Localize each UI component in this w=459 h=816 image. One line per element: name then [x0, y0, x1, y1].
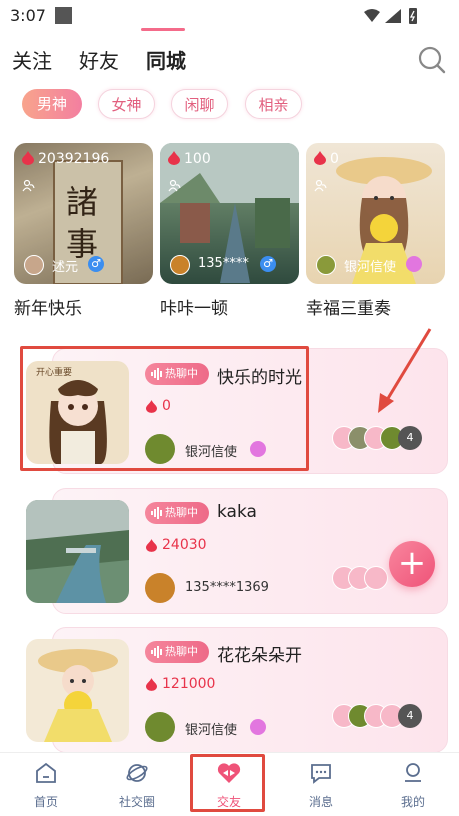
people-icon	[168, 179, 181, 192]
notification-icon	[55, 7, 72, 24]
flame-icon	[146, 678, 157, 691]
nav-social-circle[interactable]: 社交圈	[102, 761, 172, 810]
chat-icon	[250, 719, 266, 735]
room-image	[26, 500, 129, 603]
chip-male-god[interactable]: 男神	[22, 89, 82, 119]
highlight-box	[20, 346, 309, 471]
male-icon: ♂	[88, 256, 104, 272]
user-name: 银河信使	[344, 260, 397, 275]
featured-title: 咔咔一顿	[160, 299, 228, 319]
room-title: 花花朵朵开	[217, 646, 302, 666]
tab-friends[interactable]: 好友	[79, 45, 119, 74]
nav-profile[interactable]: 我的	[378, 761, 448, 810]
nav-profile-label: 我的	[400, 795, 425, 809]
nav-highlight-box	[190, 754, 265, 812]
person-icon	[405, 763, 421, 782]
hot-chat-badge: 热聊中	[145, 641, 209, 663]
status-bar: 3:07	[0, 0, 459, 32]
message-icon	[311, 764, 331, 784]
chip-chat[interactable]: 闲聊	[171, 89, 228, 119]
featured-card[interactable]: 諸 事 20392196 述元 ♂	[14, 143, 153, 284]
search-icon[interactable]	[418, 46, 446, 74]
home-icon	[36, 762, 56, 783]
featured-card[interactable]: 0 银河信使	[306, 143, 445, 284]
people-icon	[314, 179, 327, 192]
create-room-button[interactable]: +	[389, 541, 435, 587]
tab-same-city[interactable]: 同城	[146, 45, 186, 74]
host-name: 135****1369	[185, 580, 269, 595]
host-name: 银河信使	[185, 723, 238, 738]
active-tab-indicator	[141, 28, 185, 31]
hot-chat-label: 热聊中	[165, 645, 198, 658]
member-count: 4	[398, 704, 422, 728]
status-icons	[364, 8, 417, 24]
chat-icon	[406, 256, 422, 272]
flame-icon	[146, 539, 157, 552]
avatar	[316, 255, 336, 275]
hot-chat-badge: 热聊中	[145, 502, 209, 524]
user-name: 135****	[198, 256, 249, 271]
nav-social-circle-label: 社交圈	[118, 795, 155, 809]
sound-wave-icon	[151, 646, 162, 658]
arrow-annotation	[378, 328, 432, 413]
avatar	[24, 255, 44, 275]
featured-card[interactable]: 100 135**** ♂	[160, 143, 299, 284]
chip-female-god[interactable]: 女神	[98, 89, 155, 119]
male-icon: ♂	[260, 256, 276, 272]
member-count: 4	[398, 426, 422, 450]
nav-home-label: 首页	[33, 795, 58, 809]
flame-icon	[314, 151, 326, 165]
flame-icon	[22, 151, 34, 165]
flame-icon	[168, 151, 180, 165]
room-heat-count: 121000	[162, 676, 216, 692]
featured-title: 幸福三重奏	[306, 299, 391, 319]
host-avatar	[145, 712, 175, 742]
nav-messages-label: 消息	[308, 795, 333, 809]
room-heat-count: 24030	[162, 537, 207, 553]
tab-follow[interactable]: 关注	[12, 45, 52, 74]
room-title: kaka	[217, 502, 257, 522]
heat-count: 20392196	[38, 151, 110, 167]
nav-home[interactable]: 首页	[11, 761, 81, 810]
hot-chat-label: 热聊中	[165, 506, 198, 519]
planet-icon	[126, 764, 148, 782]
host-avatar	[145, 573, 175, 603]
sound-wave-icon	[151, 507, 162, 519]
heat-count: 100	[184, 151, 211, 167]
member-avatar	[364, 566, 388, 590]
status-time: 3:07	[10, 6, 46, 25]
room-image	[26, 639, 129, 742]
user-name: 述元	[52, 260, 79, 275]
chip-matchmaking[interactable]: 相亲	[245, 89, 302, 119]
avatar	[170, 255, 190, 275]
featured-title: 新年快乐	[14, 299, 82, 319]
heat-count: 0	[330, 151, 339, 167]
nav-messages[interactable]: 消息	[286, 761, 356, 810]
people-icon	[22, 179, 35, 192]
